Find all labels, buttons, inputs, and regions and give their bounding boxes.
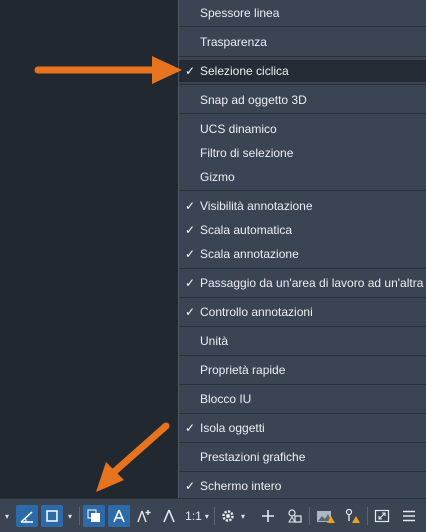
menu-separator xyxy=(179,56,426,57)
drawing-area[interactable] xyxy=(0,0,178,498)
annotation-visibility-button[interactable] xyxy=(108,505,130,527)
annotation-monitor-button[interactable] xyxy=(257,505,279,527)
menu-item-annotation-scale[interactable]: ✓ Scala annotazione xyxy=(179,243,426,265)
menu-item-dynamic-ucs[interactable]: UCS dinamico xyxy=(179,118,426,140)
menu-item-label: Isola oggetti xyxy=(200,421,265,435)
auto-scale-icon xyxy=(137,510,151,523)
menu-item-3d-osnap[interactable]: Snap ad oggetto 3D xyxy=(179,89,426,111)
menu-item-lock-ui[interactable]: Blocco IU xyxy=(179,388,426,410)
chevron-down-icon: ▾ xyxy=(204,511,209,521)
check-icon: ✓ xyxy=(184,199,196,213)
annotation-scale-icon xyxy=(163,509,175,523)
menu-item-label: Prestazioni grafiche xyxy=(200,450,306,464)
menu-item-label: Proprietà rapide xyxy=(200,363,286,377)
selection-cycling-button[interactable] xyxy=(83,505,105,527)
menu-item-graphics-performance[interactable]: Prestazioni grafiche xyxy=(179,446,426,468)
menu-item-label: Controllo annotazioni xyxy=(200,305,313,319)
menu-item-label: Unità xyxy=(200,334,229,348)
fullscreen-icon xyxy=(374,509,390,523)
menu-separator xyxy=(179,442,426,443)
quick-properties-icon xyxy=(317,511,335,523)
menu-separator xyxy=(179,84,426,85)
menu-separator xyxy=(179,413,426,414)
menu-separator xyxy=(179,268,426,269)
units-icon xyxy=(288,509,302,523)
menu-item-label: Spessore linea xyxy=(200,6,280,20)
menu-item-label: Visibilità annotazione xyxy=(200,199,313,213)
menu-item-annotation-visibility[interactable]: ✓ Visibilità annotazione xyxy=(179,195,426,217)
divider xyxy=(79,507,80,525)
menu-item-label: Schermo intero xyxy=(200,479,282,493)
menu-item-clean-screen[interactable]: ✓ Schermo intero xyxy=(179,475,426,497)
chevron-down-icon[interactable]: ▾ xyxy=(238,505,248,527)
menu-item-label: UCS dinamico xyxy=(200,122,277,136)
check-icon: ✓ xyxy=(184,64,196,78)
menu-item-label: Blocco IU xyxy=(200,392,252,406)
menu-item-label: Selezione ciclica xyxy=(200,64,289,78)
menu-separator xyxy=(179,297,426,298)
annotation-scale-button[interactable] xyxy=(158,505,180,527)
menu-item-label: Scala automatica xyxy=(200,223,293,237)
menu-separator xyxy=(179,113,426,114)
menu-item-label: Snap ad oggetto 3D xyxy=(200,93,307,107)
hamburger-menu-icon xyxy=(403,510,415,522)
scale-value: 1:1 xyxy=(185,509,202,523)
menu-item-label: Scala annotazione xyxy=(200,247,299,261)
selection-cycling-icon xyxy=(87,509,100,522)
menu-item-quick-properties[interactable]: Proprietà rapide xyxy=(179,359,426,381)
check-icon: ✓ xyxy=(184,223,196,237)
polar-tracking-icon xyxy=(20,511,33,523)
divider xyxy=(367,507,368,525)
chevron-down-icon[interactable]: ▾ xyxy=(65,505,75,527)
lock-ui-button[interactable] xyxy=(341,505,363,527)
menu-item-workspace-switching[interactable]: ✓ Passaggio da un'area di lavoro ad un'al… xyxy=(179,272,426,294)
check-icon: ✓ xyxy=(184,276,196,290)
menu-item-isolate-objects[interactable]: ✓ Isola oggetti xyxy=(179,417,426,439)
menu-item-lineweight[interactable]: Spessore linea xyxy=(179,2,426,24)
menu-item-label: Trasparenza xyxy=(200,35,267,49)
quick-properties-button[interactable] xyxy=(314,505,338,527)
isodraft-icon xyxy=(46,510,58,522)
menu-separator xyxy=(179,26,426,27)
menu-item-label: Passaggio da un'area di lavoro ad un'alt… xyxy=(200,276,424,290)
check-icon: ✓ xyxy=(184,421,196,435)
isodraft-button[interactable] xyxy=(41,505,63,527)
status-bar: ▾ ▾ 1:1 ▾ ▾ xyxy=(0,498,426,532)
menu-item-annotation-monitor[interactable]: ✓ Controllo annotazioni xyxy=(179,301,426,323)
scale-dropdown[interactable]: 1:1 ▾ xyxy=(182,505,212,527)
workspace-settings-button[interactable] xyxy=(218,505,238,527)
gear-icon xyxy=(222,510,234,522)
status-bar-customization-menu: Spessore linea Trasparenza ✓ Selezione ci… xyxy=(178,0,426,498)
menu-item-auto-scale[interactable]: ✓ Scala automatica xyxy=(179,219,426,241)
annotation-visibility-icon xyxy=(113,509,125,523)
menu-item-selection-cycling[interactable]: ✓ Selezione ciclica xyxy=(179,60,426,82)
divider xyxy=(214,507,215,525)
menu-separator xyxy=(179,384,426,385)
lock-ui-icon xyxy=(345,508,360,523)
menu-item-units[interactable]: Unità xyxy=(179,330,426,352)
customization-menu-button[interactable] xyxy=(397,505,421,527)
menu-item-gizmo[interactable]: Gizmo xyxy=(179,166,426,188)
menu-separator xyxy=(179,471,426,472)
menu-item-label: Gizmo xyxy=(200,170,235,184)
polar-tracking-button[interactable] xyxy=(16,505,38,527)
units-button[interactable] xyxy=(284,505,306,527)
menu-item-selection-filter[interactable]: Filtro di selezione xyxy=(179,142,426,164)
chevron-down-icon[interactable]: ▾ xyxy=(2,505,12,527)
check-icon: ✓ xyxy=(184,305,196,319)
fullscreen-button[interactable] xyxy=(371,505,393,527)
menu-separator xyxy=(179,326,426,327)
plus-icon xyxy=(262,510,274,522)
menu-item-label: Filtro di selezione xyxy=(200,146,294,160)
auto-scale-button[interactable] xyxy=(133,505,155,527)
menu-item-transparency[interactable]: Trasparenza xyxy=(179,31,426,53)
menu-separator xyxy=(179,355,426,356)
check-icon: ✓ xyxy=(184,247,196,261)
menu-separator xyxy=(179,190,426,191)
divider xyxy=(309,507,310,525)
check-icon: ✓ xyxy=(184,479,196,493)
